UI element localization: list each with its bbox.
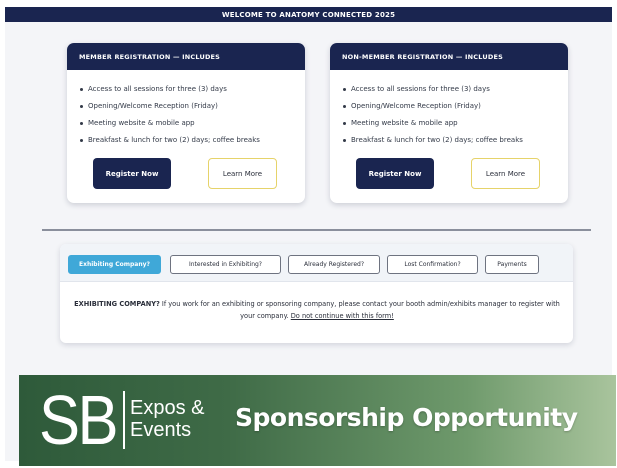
- list-item: Breakfast & lunch for two (2) days; coff…: [343, 132, 568, 149]
- nonmember-register-now-button[interactable]: Register Now: [356, 158, 434, 189]
- registration-info-panel: Exhibiting Company? Interested in Exhibi…: [60, 244, 573, 343]
- info-warning-link[interactable]: Do not continue with this form!: [291, 312, 394, 320]
- sponsorship-title: Sponsorship Opportunity: [235, 403, 578, 432]
- list-item: Access to all sessions for three (3) day…: [80, 81, 305, 98]
- tab-strip: Exhibiting Company? Interested in Exhibi…: [60, 244, 573, 282]
- tab-already-registered[interactable]: Already Registered?: [288, 255, 380, 274]
- list-item: Meeting website & mobile app: [80, 115, 305, 132]
- logo-divider: [123, 391, 125, 449]
- list-item: Opening/Welcome Reception (Friday): [80, 98, 305, 115]
- member-card-heading: MEMBER REGISTRATION — INCLUDES: [67, 43, 305, 70]
- nonmember-registration-card: NON-MEMBER REGISTRATION — INCLUDES Acces…: [330, 43, 568, 203]
- sponsorship-banner[interactable]: SB Expos & Events Sponsorship Opportunit…: [19, 375, 616, 466]
- list-item: Meeting website & mobile app: [343, 115, 568, 132]
- info-message: EXHIBITING COMPANY? If you work for an e…: [74, 298, 560, 322]
- tab-payments[interactable]: Payments: [485, 255, 539, 274]
- list-item: Access to all sessions for three (3) day…: [343, 81, 568, 98]
- info-lead: EXHIBITING COMPANY?: [74, 300, 160, 308]
- sb-logo-letters: SB: [39, 381, 119, 459]
- logo-line-events: Events: [130, 419, 192, 441]
- tab-interested-in-exhibiting[interactable]: Interested in Exhibiting?: [170, 255, 281, 274]
- list-item: Opening/Welcome Reception (Friday): [343, 98, 568, 115]
- member-benefits-list: Access to all sessions for three (3) day…: [67, 70, 305, 149]
- nonmember-card-heading: NON-MEMBER REGISTRATION — INCLUDES: [330, 43, 568, 70]
- logo-line-expos: Expos &: [130, 397, 205, 419]
- section-divider: [42, 229, 591, 231]
- nonmember-learn-more-button[interactable]: Learn More: [471, 158, 540, 189]
- welcome-banner-title: WELCOME TO ANATOMY CONNECTED 2025: [221, 10, 396, 19]
- tab-lost-confirmation[interactable]: Lost Confirmation?: [387, 255, 478, 274]
- member-registration-card: MEMBER REGISTRATION — INCLUDES Access to…: [67, 43, 305, 203]
- nonmember-benefits-list: Access to all sessions for three (3) day…: [330, 70, 568, 149]
- member-register-now-button[interactable]: Register Now: [93, 158, 171, 189]
- list-item: Breakfast & lunch for two (2) days; coff…: [80, 132, 305, 149]
- tab-exhibiting-company[interactable]: Exhibiting Company?: [68, 255, 161, 274]
- welcome-banner: WELCOME TO ANATOMY CONNECTED 2025: [5, 7, 612, 22]
- member-learn-more-button[interactable]: Learn More: [208, 158, 277, 189]
